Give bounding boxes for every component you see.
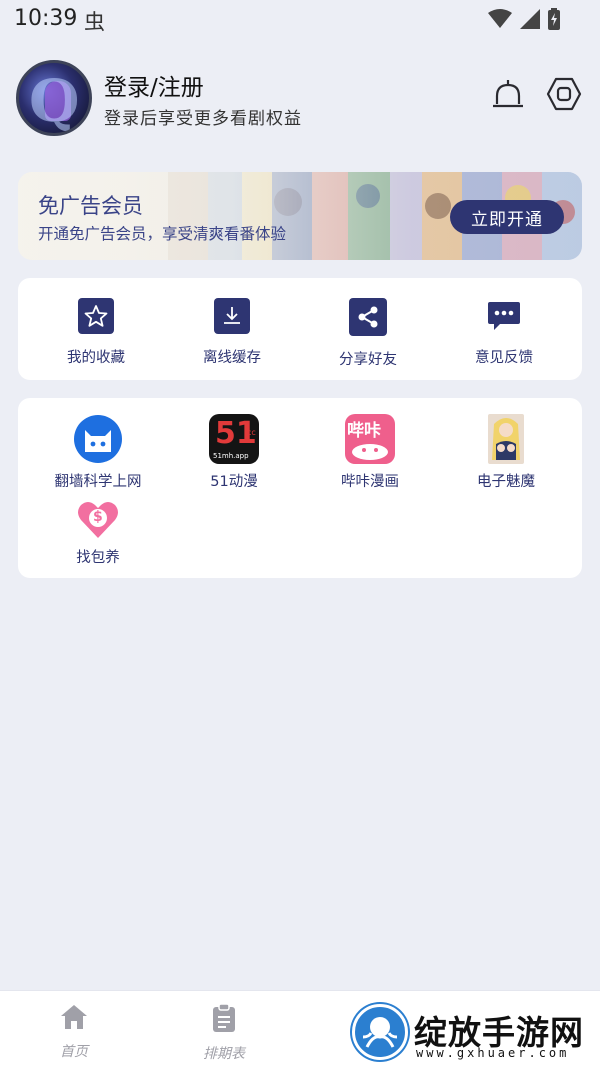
offline-cache-button[interactable]: 离线缓存 [162,298,302,367]
open-vip-button[interactable]: 立即开通 [450,200,564,234]
notification-button[interactable] [490,76,526,112]
app-label: 翻墙科学上网 [54,474,142,490]
banner-title: 免广告会员 [38,194,143,218]
tools-card: 我的收藏 离线缓存 分享好友 意见反馈 [18,278,582,380]
clipboard-icon [213,1003,235,1032]
app-label: 51动漫 [210,474,258,490]
app-label: 哔咔漫画 [341,474,399,490]
signal-icon [520,9,540,29]
tool-label: 离线缓存 [203,350,261,366]
login-title[interactable]: 登录/注册 [104,68,204,102]
app-item-sugar-daddy[interactable]: $ 找包养 [28,494,168,567]
download-icon [214,298,250,334]
51-anime-icon: 51 cc 51mh.app [209,414,259,464]
star-icon [78,298,114,334]
nav-home[interactable]: 首页 [34,1003,114,1061]
octopus-logo-icon [352,1004,408,1060]
app-item-succubus[interactable]: 电子魅魔 [436,414,576,491]
favorites-button[interactable]: 我的收藏 [26,298,166,367]
heart-money-icon: $ [73,494,123,544]
status-bar: 10:39 虫 [0,0,600,40]
app-label: 电子魅魔 [477,474,535,490]
tool-label: 我的收藏 [67,350,125,366]
watermark: 绽放手游网 www.gxhuaer.com [352,1004,596,1062]
home-icon [61,1005,87,1029]
app-badge-sub: 51mh.app [213,452,249,460]
app-label: 找包养 [76,550,120,566]
tool-label: 意见反馈 [475,350,533,366]
app-item-vpn[interactable]: 翻墙科学上网 [28,414,168,491]
app-badge-cc: cc [247,428,256,437]
nav-label: 排期表 [203,1046,245,1062]
nav-schedule[interactable]: 排期表 [184,1003,264,1063]
banner-subtitle: 开通免广告会员，享受清爽看番体验 [38,225,287,243]
app-badge-text: $ [93,509,103,525]
share-icon [349,298,387,336]
picacomic-icon: 哔咔 [345,414,395,464]
status-icons [488,8,560,30]
bell-icon [493,80,523,108]
status-time: 10:39 [14,6,78,31]
hexagon-settings-icon [546,77,582,111]
settings-button[interactable] [546,76,582,112]
bug-icon: 虫 [84,10,105,34]
apps-card: 翻墙科学上网 51 cc 51mh.app 51动漫 哔咔 哔咔漫画 电子魅魔 … [18,398,582,578]
login-subtitle: 登录后享受更多看剧权益 [104,109,302,129]
chat-icon [486,298,522,334]
watermark-url: www.gxhuaer.com [416,1046,570,1060]
share-button[interactable]: 分享好友 [298,298,438,369]
avatar-logo: Q [29,67,80,135]
feedback-button[interactable]: 意见反馈 [434,298,574,367]
nav-label: 首页 [60,1044,88,1060]
battery-icon [548,8,560,30]
vip-banner[interactable]: 免广告会员 开通免广告会员，享受清爽看番体验 立即开通 [18,172,582,260]
anime-girl-icon [488,414,524,464]
tool-label: 分享好友 [339,352,397,368]
wifi-icon [488,9,512,28]
cat-vpn-icon [73,414,123,464]
app-item-51-anime[interactable]: 51 cc 51mh.app 51动漫 [164,414,304,491]
app-item-picacomic[interactable]: 哔咔 哔咔漫画 [300,414,440,491]
avatar[interactable]: Q [16,60,92,136]
